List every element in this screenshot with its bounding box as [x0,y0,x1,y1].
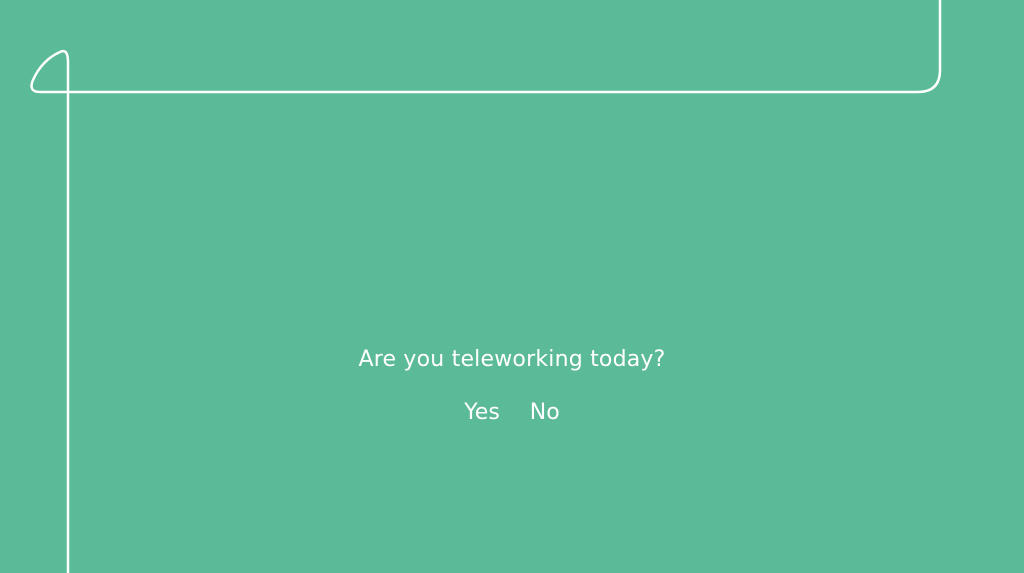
yes-button[interactable]: Yes [464,400,500,425]
no-button[interactable]: No [530,400,560,425]
survey-question: Are you teleworking today? [358,347,666,372]
answer-options: Yes No [0,400,1024,425]
telework-survey: Are you teleworking today? Yes No [0,0,1024,573]
